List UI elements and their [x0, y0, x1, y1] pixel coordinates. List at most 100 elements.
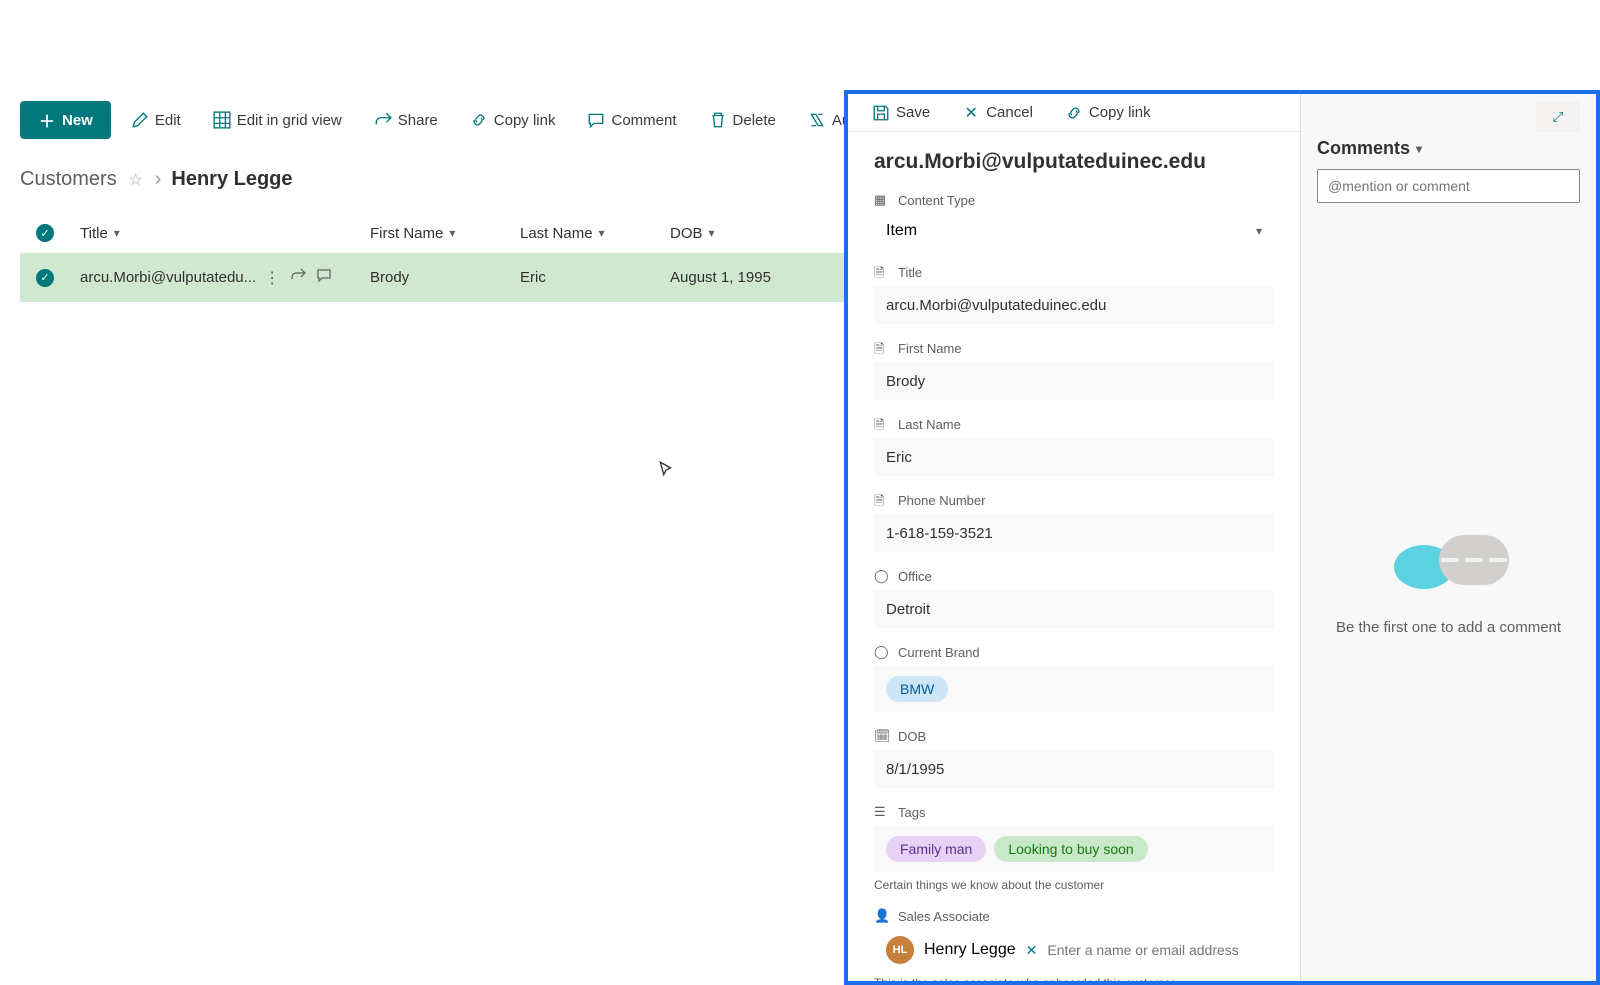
empty-text: Be the first one to add a comment [1336, 619, 1561, 636]
comment-button[interactable]: Comment [575, 103, 688, 137]
choice-icon: ◯ [874, 568, 890, 584]
share-icon [374, 111, 392, 129]
close-icon: ✕ [962, 104, 980, 122]
panel-toolbar: Save ✕ Cancel Copy link [848, 94, 1300, 132]
chevron-down-icon: ▾ [1256, 224, 1262, 238]
content-type-select[interactable]: Item ▾ [874, 214, 1274, 248]
plus-icon: ＋ [38, 111, 56, 129]
detail-form: Save ✕ Cancel Copy link arcu.Morbi@vulpu… [848, 94, 1301, 981]
office-label: Office [898, 569, 932, 584]
select-all[interactable]: ✓ [20, 224, 70, 242]
last-name-field[interactable]: Eric [874, 438, 1274, 476]
column-dob[interactable]: DOB ▾ [670, 225, 715, 242]
avatar: HL [886, 936, 914, 964]
cancel-button[interactable]: ✕ Cancel [954, 100, 1041, 126]
column-first-name[interactable]: First Name ▾ [370, 225, 455, 242]
office-field[interactable]: Detroit [874, 590, 1274, 628]
text-icon: 🗎 [874, 264, 890, 280]
first-name-field[interactable]: Brody [874, 362, 1274, 400]
phone-label: Phone Number [898, 493, 985, 508]
row-comment-button[interactable] [316, 267, 332, 288]
tags-label: Tags [898, 805, 925, 820]
edit-grid-button[interactable]: Edit in grid view [201, 103, 354, 137]
person-icon: 👤 [874, 908, 890, 924]
content-type-icon: ▦ [874, 192, 890, 208]
column-last-name[interactable]: Last Name ▾ [520, 225, 605, 242]
first-name-label: First Name [898, 341, 962, 356]
cell-dob: August 1, 1995 [670, 269, 771, 286]
expand-icon: ⤢ [1553, 109, 1564, 124]
choice-icon: ◯ [874, 644, 890, 660]
cursor-icon [657, 460, 675, 478]
save-icon [872, 104, 890, 122]
row-share-button[interactable] [290, 267, 306, 288]
text-icon: 🗎 [874, 492, 890, 508]
flow-icon [808, 111, 826, 129]
panel-scroll[interactable]: arcu.Morbi@vulputateduinec.edu ▦ Content … [848, 132, 1300, 981]
breadcrumb-root[interactable]: Customers [20, 168, 117, 191]
last-name-label: Last Name [898, 417, 961, 432]
copy-label: Copy link [494, 112, 556, 129]
panel-title: arcu.Morbi@vulputateduinec.edu [874, 150, 1274, 174]
tag-chip: Family man [886, 836, 986, 862]
delete-label: Delete [733, 112, 776, 129]
detail-panel: Save ✕ Cancel Copy link arcu.Morbi@vulpu… [844, 90, 1600, 985]
star-icon[interactable]: ☆ [127, 171, 145, 189]
tag-chip: Looking to buy soon [994, 836, 1147, 862]
calendar-icon: 🗓 [874, 728, 890, 744]
text-icon: 🗎 [874, 340, 890, 356]
expand-button[interactable]: ⤢ [1536, 102, 1580, 132]
save-button[interactable]: Save [864, 100, 938, 126]
edit-label: Edit [155, 112, 181, 129]
comment-icon [587, 111, 605, 129]
comment-label: Comment [611, 112, 676, 129]
panel-copy-link-button[interactable]: Copy link [1057, 100, 1159, 126]
new-button[interactable]: ＋ New [20, 101, 111, 139]
phone-field[interactable]: 1-618-159-3521 [874, 514, 1274, 552]
dob-field[interactable]: 8/1/1995 [874, 750, 1274, 788]
brand-field[interactable]: BMW [874, 666, 1274, 712]
sales-input[interactable] [1047, 942, 1262, 958]
copy-link-button[interactable]: Copy link [458, 103, 568, 137]
chevron-down-icon: ▾ [449, 226, 455, 240]
new-label: New [62, 112, 93, 129]
grid-icon [213, 111, 231, 129]
brand-label: Current Brand [898, 645, 980, 660]
checkmark-icon: ✓ [36, 224, 54, 242]
dob-label: DOB [898, 729, 926, 744]
sales-help: This is the sales associate who onboarde… [874, 976, 1274, 981]
comments-header[interactable]: Comments ▾ [1317, 138, 1580, 159]
share-button[interactable]: Share [362, 103, 450, 137]
sales-field[interactable]: HL Henry Legge ✕ [874, 930, 1274, 970]
comments-empty-state: Be the first one to add a comment [1317, 203, 1580, 967]
title-field[interactable]: arcu.Morbi@vulputateduinec.edu [874, 286, 1274, 324]
link-icon [1065, 104, 1083, 122]
comment-bubbles-icon [1389, 535, 1509, 605]
sales-name: Henry Legge [924, 941, 1016, 959]
grid-label: Edit in grid view [237, 112, 342, 129]
edit-button[interactable]: Edit [119, 103, 193, 137]
chevron-right-icon: › [155, 168, 162, 191]
tags-icon: ☰ [874, 804, 890, 820]
tags-field[interactable]: Family man Looking to buy soon [874, 826, 1274, 872]
cell-title: arcu.Morbi@vulputatedu... [80, 269, 256, 286]
delete-button[interactable]: Delete [697, 103, 788, 137]
column-title[interactable]: Title ▾ [80, 225, 120, 242]
title-label: Title [898, 265, 922, 280]
tags-help: Certain things we know about the custome… [874, 878, 1274, 892]
row-more-button[interactable]: ⋮ [264, 267, 280, 288]
remove-person-button[interactable]: ✕ [1026, 942, 1038, 959]
link-icon [470, 111, 488, 129]
brand-chip: BMW [886, 676, 948, 702]
text-icon: 🗎 [874, 416, 890, 432]
chevron-down-icon: ▾ [599, 226, 605, 240]
pencil-icon [131, 111, 149, 129]
comment-input[interactable] [1317, 169, 1580, 203]
cell-first-name: Brody [370, 269, 409, 286]
trash-icon [709, 111, 727, 129]
chevron-down-icon: ▾ [114, 226, 120, 240]
chevron-down-icon: ▾ [709, 226, 715, 240]
content-type-label: Content Type [898, 193, 975, 208]
cell-last-name: Eric [520, 269, 546, 286]
row-checkbox[interactable]: ✓ [20, 269, 70, 287]
